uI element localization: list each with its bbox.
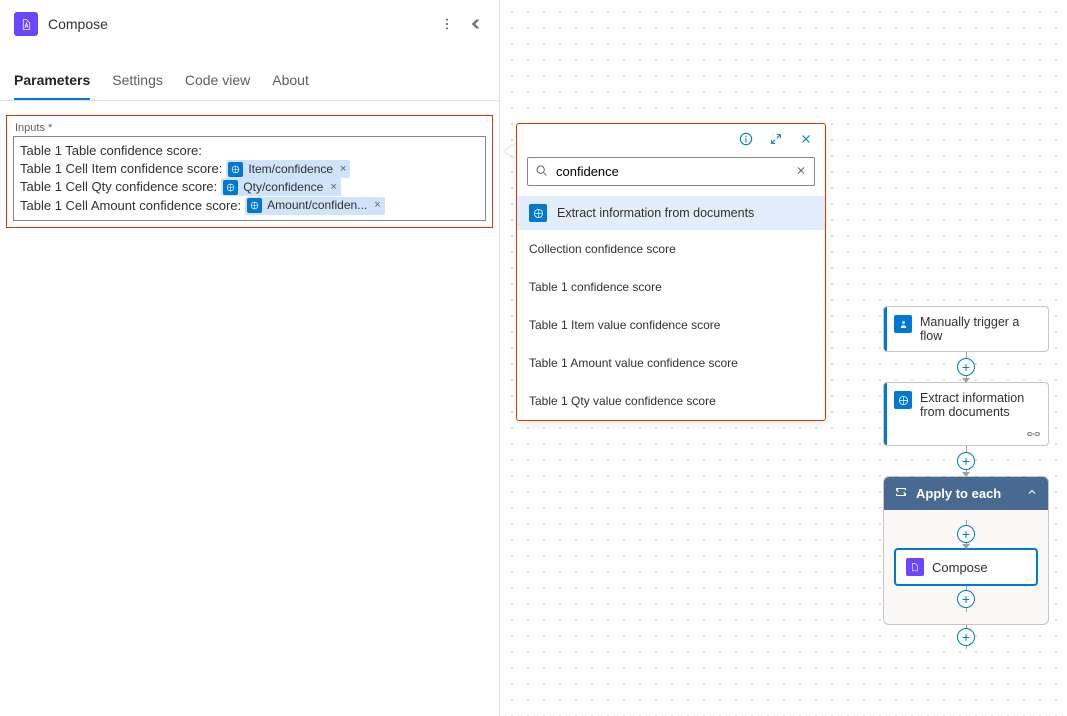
inputs-field[interactable]: Table 1 Table confidence score: Table 1 … xyxy=(13,136,486,221)
inputs-section: Inputs * Table 1 Table confidence score:… xyxy=(6,115,493,228)
arrowhead-icon xyxy=(962,378,970,383)
add-step-button[interactable]: + xyxy=(957,525,975,543)
token-remove-icon[interactable]: × xyxy=(338,162,346,177)
document-action-icon xyxy=(529,204,547,222)
connector: + xyxy=(883,446,1049,476)
chevron-up-icon[interactable] xyxy=(1026,486,1038,501)
tab-about[interactable]: About xyxy=(272,62,309,100)
popup-item[interactable]: Collection confidence score xyxy=(517,230,825,268)
search-icon xyxy=(535,164,548,180)
arrowhead-icon xyxy=(962,544,970,549)
tab-code-view[interactable]: Code view xyxy=(185,62,250,100)
dynamic-content-popup: Extract information from documents Colle… xyxy=(516,123,826,421)
collapse-icon[interactable] xyxy=(469,16,485,32)
node-label: Extract information from documents xyxy=(920,391,1038,419)
popup-item[interactable]: Table 1 Qty value confidence score xyxy=(517,382,825,420)
popup-item[interactable]: Table 1 confidence score xyxy=(517,268,825,306)
apply-header-label: Apply to each xyxy=(916,486,1001,501)
popup-pointer xyxy=(505,143,516,159)
inputs-row-1: Table 1 Cell Item confidence score: Item… xyxy=(20,160,479,178)
token-icon xyxy=(223,180,238,195)
flow-diagram: Manually trigger a flow + Extract inform… xyxy=(883,306,1049,649)
link-icon xyxy=(884,427,1048,445)
token-qty-confidence[interactable]: Qty/confidence × xyxy=(221,178,340,196)
tab-settings[interactable]: Settings xyxy=(112,62,163,100)
popup-search xyxy=(527,157,815,186)
add-step-button[interactable]: + xyxy=(957,452,975,470)
extract-node[interactable]: Extract information from documents xyxy=(883,382,1049,446)
document-action-icon xyxy=(894,391,912,409)
token-remove-icon[interactable]: × xyxy=(328,180,336,195)
trigger-node[interactable]: Manually trigger a flow xyxy=(883,306,1049,352)
connector: + xyxy=(894,520,1038,548)
tabs: Parameters Settings Code view About xyxy=(0,62,499,101)
expand-icon[interactable] xyxy=(769,132,783,149)
popup-item[interactable]: Table 1 Item value confidence score xyxy=(517,306,825,344)
token-amount-confidence[interactable]: Amount/confiden... × xyxy=(245,197,385,215)
compose-node[interactable]: Compose xyxy=(894,548,1038,586)
popup-header xyxy=(517,124,825,153)
panel-header: Compose xyxy=(0,0,499,48)
popup-item[interactable]: Table 1 Amount value confidence score xyxy=(517,344,825,382)
node-label: Compose xyxy=(932,560,988,575)
tab-parameters[interactable]: Parameters xyxy=(14,62,90,100)
token-item-confidence[interactable]: Item/confidence × xyxy=(226,160,350,178)
token-icon xyxy=(247,198,262,213)
inputs-text: Table 1 Table confidence score: xyxy=(20,142,202,160)
token-label: Qty/confidence xyxy=(243,179,323,196)
trigger-icon xyxy=(894,315,912,333)
connector: + xyxy=(894,586,1038,612)
node-label: Manually trigger a flow xyxy=(920,315,1038,343)
more-icon[interactable] xyxy=(439,16,455,32)
popup-section-title: Extract information from documents xyxy=(557,206,754,220)
loop-icon xyxy=(894,485,908,502)
token-remove-icon[interactable]: × xyxy=(372,198,380,213)
clear-search-icon[interactable] xyxy=(795,164,807,179)
connector: + xyxy=(883,625,1049,649)
apply-to-each-container: Apply to each + Compose + xyxy=(883,476,1049,625)
inputs-text: Table 1 Cell Item confidence score: xyxy=(20,160,222,178)
inputs-text: Table 1 Cell Qty confidence score: xyxy=(20,178,217,196)
inputs-row-2: Table 1 Cell Qty confidence score: Qty/c… xyxy=(20,178,479,196)
panel-title: Compose xyxy=(48,16,429,32)
token-label: Amount/confiden... xyxy=(267,197,367,214)
add-step-button[interactable]: + xyxy=(957,358,975,376)
add-step-button[interactable]: + xyxy=(957,590,975,608)
node-accent xyxy=(884,307,887,351)
arrowhead-icon xyxy=(962,472,970,477)
token-icon xyxy=(228,162,243,177)
token-label: Item/confidence xyxy=(248,161,333,178)
compose-action-icon xyxy=(14,12,38,36)
add-step-button[interactable]: + xyxy=(957,628,975,646)
popup-section-header[interactable]: Extract information from documents xyxy=(517,196,825,230)
compose-panel: Compose Parameters Settings Code view Ab… xyxy=(0,0,500,716)
inputs-row-0: Table 1 Table confidence score: xyxy=(20,142,479,160)
inputs-row-3: Table 1 Cell Amount confidence score: Am… xyxy=(20,197,479,215)
close-icon[interactable] xyxy=(799,132,813,149)
apply-body: + Compose + xyxy=(884,510,1048,624)
inputs-label: Inputs * xyxy=(13,122,486,136)
node-accent xyxy=(884,383,887,445)
inputs-text: Table 1 Cell Amount confidence score: xyxy=(20,197,241,215)
popup-search-input[interactable] xyxy=(527,157,815,186)
apply-to-each-header[interactable]: Apply to each xyxy=(884,477,1048,510)
info-icon[interactable] xyxy=(739,132,753,149)
compose-action-icon xyxy=(906,558,924,576)
connector: + xyxy=(883,352,1049,382)
